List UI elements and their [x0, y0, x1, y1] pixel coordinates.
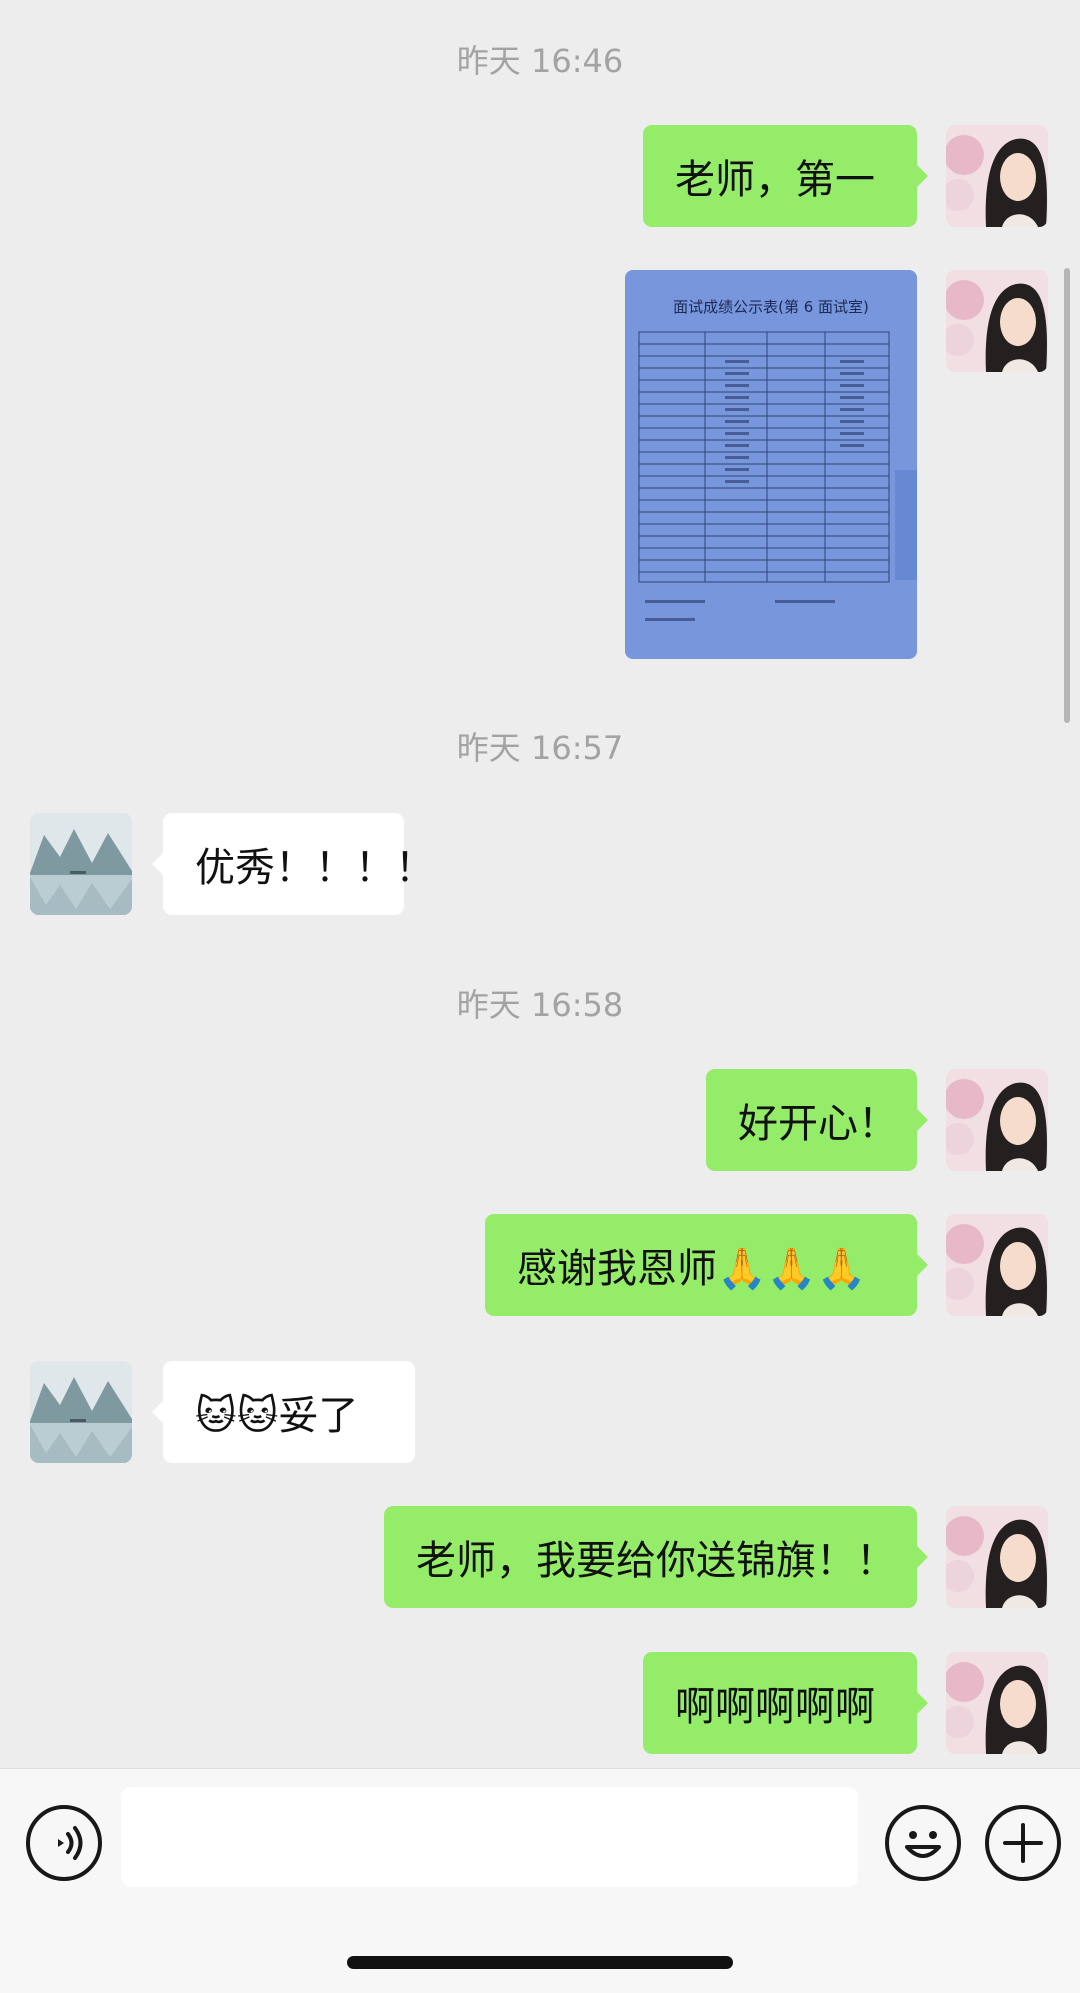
- teacher-avatar[interactable]: [30, 813, 132, 915]
- plus-icon: [1003, 1823, 1043, 1863]
- emoji-button[interactable]: [885, 1805, 961, 1881]
- message-text: 啊啊啊啊啊: [675, 1684, 875, 1730]
- my-avatar[interactable]: [946, 1214, 1048, 1316]
- message-text: 老师，第一: [675, 157, 875, 203]
- emoji-icon: [905, 1831, 941, 1858]
- plus-button[interactable]: [985, 1805, 1061, 1881]
- message-text: 老师，我要给你送锦旗！！: [416, 1538, 896, 1584]
- timestamp: 昨天 16:57: [456, 729, 624, 767]
- my-avatar[interactable]: [946, 125, 1048, 227]
- scrollbar[interactable]: [1064, 268, 1070, 723]
- voice-icon: [58, 1826, 83, 1860]
- message-text: 好开心！: [738, 1101, 898, 1147]
- message-text: 🐱🐱妥了: [195, 1393, 359, 1439]
- message-bubble-outgoing[interactable]: 啊啊啊啊啊: [643, 1652, 928, 1754]
- my-avatar[interactable]: [946, 1652, 1048, 1754]
- image-message[interactable]: 面试成绩公示表(第 6 面试室): [625, 270, 917, 659]
- score-sheet-photo: 面试成绩公示表(第 6 面试室): [625, 270, 917, 659]
- voice-button[interactable]: [26, 1805, 102, 1881]
- message-input[interactable]: [121, 1787, 858, 1887]
- message-bubble-outgoing[interactable]: 老师，第一: [643, 125, 928, 227]
- timestamp: 昨天 16:58: [456, 986, 624, 1024]
- message-bubble-incoming[interactable]: 优秀！！！！: [152, 813, 435, 915]
- message-bubble-incoming[interactable]: 🐱🐱妥了: [152, 1361, 415, 1463]
- chat-screen: 昨天 16:46 老师，第一 面试成绩公示表(第 6 面试室) 昨天 16:57…: [0, 0, 1080, 1993]
- my-avatar[interactable]: [946, 1506, 1048, 1608]
- message-text: 优秀！！！！: [195, 845, 435, 891]
- image-title: 面试成绩公示表(第 6 面试室): [673, 298, 869, 316]
- my-avatar[interactable]: [946, 270, 1048, 372]
- message-bubble-outgoing[interactable]: 好开心！: [706, 1069, 928, 1171]
- teacher-avatar[interactable]: [30, 1361, 132, 1463]
- message-text: 感谢我恩师🙏🙏🙏: [517, 1246, 867, 1292]
- message-bubble-outgoing[interactable]: 感谢我恩师🙏🙏🙏: [485, 1214, 928, 1316]
- message-bubble-outgoing[interactable]: 老师，我要给你送锦旗！！: [384, 1506, 928, 1608]
- home-indicator[interactable]: [347, 1956, 733, 1969]
- timestamp: 昨天 16:46: [456, 42, 624, 80]
- my-avatar[interactable]: [946, 1069, 1048, 1171]
